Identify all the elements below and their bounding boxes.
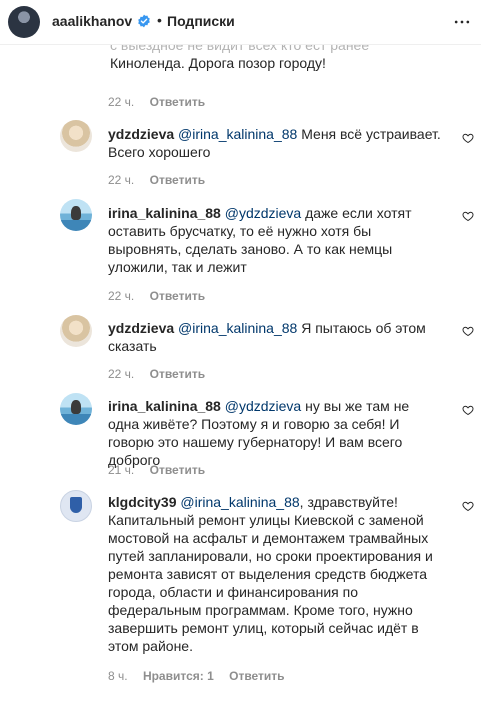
comment-mention[interactable]: @irina_kalinina_88 [178, 126, 297, 142]
truncated-comment-meta: 22 ч. Ответить [108, 95, 217, 109]
comment-mention[interactable]: @ydzdzieva [225, 205, 301, 221]
post-header: aaalikhanov • Подписки [0, 0, 481, 45]
comment-meta: 22 ч. Ответить [108, 173, 217, 187]
comment-username[interactable]: ydzdzieva [108, 126, 174, 142]
comment-meta: 22 ч. Ответить [108, 289, 217, 303]
heart-icon[interactable] [462, 404, 474, 416]
header-username[interactable]: aaalikhanov [52, 13, 132, 29]
comment-mention[interactable]: @irina_kalinina_88 [178, 320, 297, 336]
likes-count-button[interactable]: Нравится: 1 [143, 669, 214, 683]
comment-mention[interactable]: @irina_kalinina_88 [180, 494, 299, 510]
comment-text: ydzdzieva @irina_kalinina_88 Я пытаюсь о… [108, 319, 444, 355]
following-button[interactable]: Подписки [167, 13, 235, 29]
verified-badge-icon [138, 14, 150, 28]
comment-text: irina_kalinina_88 @ydzdzieva даже если х… [108, 204, 444, 276]
avatar[interactable] [60, 120, 92, 152]
reply-button[interactable]: Ответить [150, 463, 205, 477]
header-separator: • [157, 12, 162, 28]
instagram-comments-page: с выездное не видит всех кто ест ранее К… [0, 0, 481, 707]
comment-time: 8 ч. [108, 669, 128, 683]
heart-icon[interactable] [462, 132, 474, 144]
avatar[interactable] [60, 490, 92, 522]
comment-meta: 8 ч. Нравится: 1 Ответить [108, 669, 297, 683]
comment-text: ydzdzieva @irina_kalinina_88 Меня всё ус… [108, 125, 444, 161]
comment-body: , здравствуйте! Капитальный ремонт улицы… [108, 494, 433, 654]
reply-button[interactable]: Ответить [150, 367, 205, 381]
reply-button[interactable]: Ответить [150, 173, 205, 187]
comment-time: 22 ч. [108, 173, 135, 187]
comment-username[interactable]: ydzdzieva [108, 320, 174, 336]
heart-icon[interactable] [462, 325, 474, 337]
reply-button[interactable]: Ответить [150, 95, 205, 109]
comment-mention[interactable]: @ydzdzieva [225, 398, 301, 414]
comment-username[interactable]: irina_kalinina_88 [108, 205, 221, 221]
comment-meta: 21 ч. Ответить [108, 463, 217, 477]
comment-time: 22 ч. [108, 95, 135, 109]
reply-button[interactable]: Ответить [229, 669, 284, 683]
comment-text: klgdcity39 @irina_kalinina_88, здравству… [108, 493, 444, 655]
comment-time: 22 ч. [108, 289, 135, 303]
avatar[interactable] [60, 393, 92, 425]
reply-button[interactable]: Ответить [150, 289, 205, 303]
comment-username[interactable]: irina_kalinina_88 [108, 398, 221, 414]
comment-time: 22 ч. [108, 367, 135, 381]
truncated-comment-visible-text: Киноленда. Дорога позор городу! [110, 55, 326, 71]
avatar[interactable] [60, 315, 92, 347]
comment-username[interactable]: klgdcity39 [108, 494, 176, 510]
comment-meta: 22 ч. Ответить [108, 367, 217, 381]
avatar[interactable] [60, 199, 92, 231]
more-options-icon[interactable] [452, 12, 472, 32]
heart-icon[interactable] [462, 500, 474, 512]
heart-icon[interactable] [462, 210, 474, 222]
comment-text: irina_kalinina_88 @ydzdzieva ну вы же та… [108, 397, 444, 469]
comment-time: 21 ч. [108, 463, 135, 477]
avatar[interactable] [8, 6, 40, 38]
